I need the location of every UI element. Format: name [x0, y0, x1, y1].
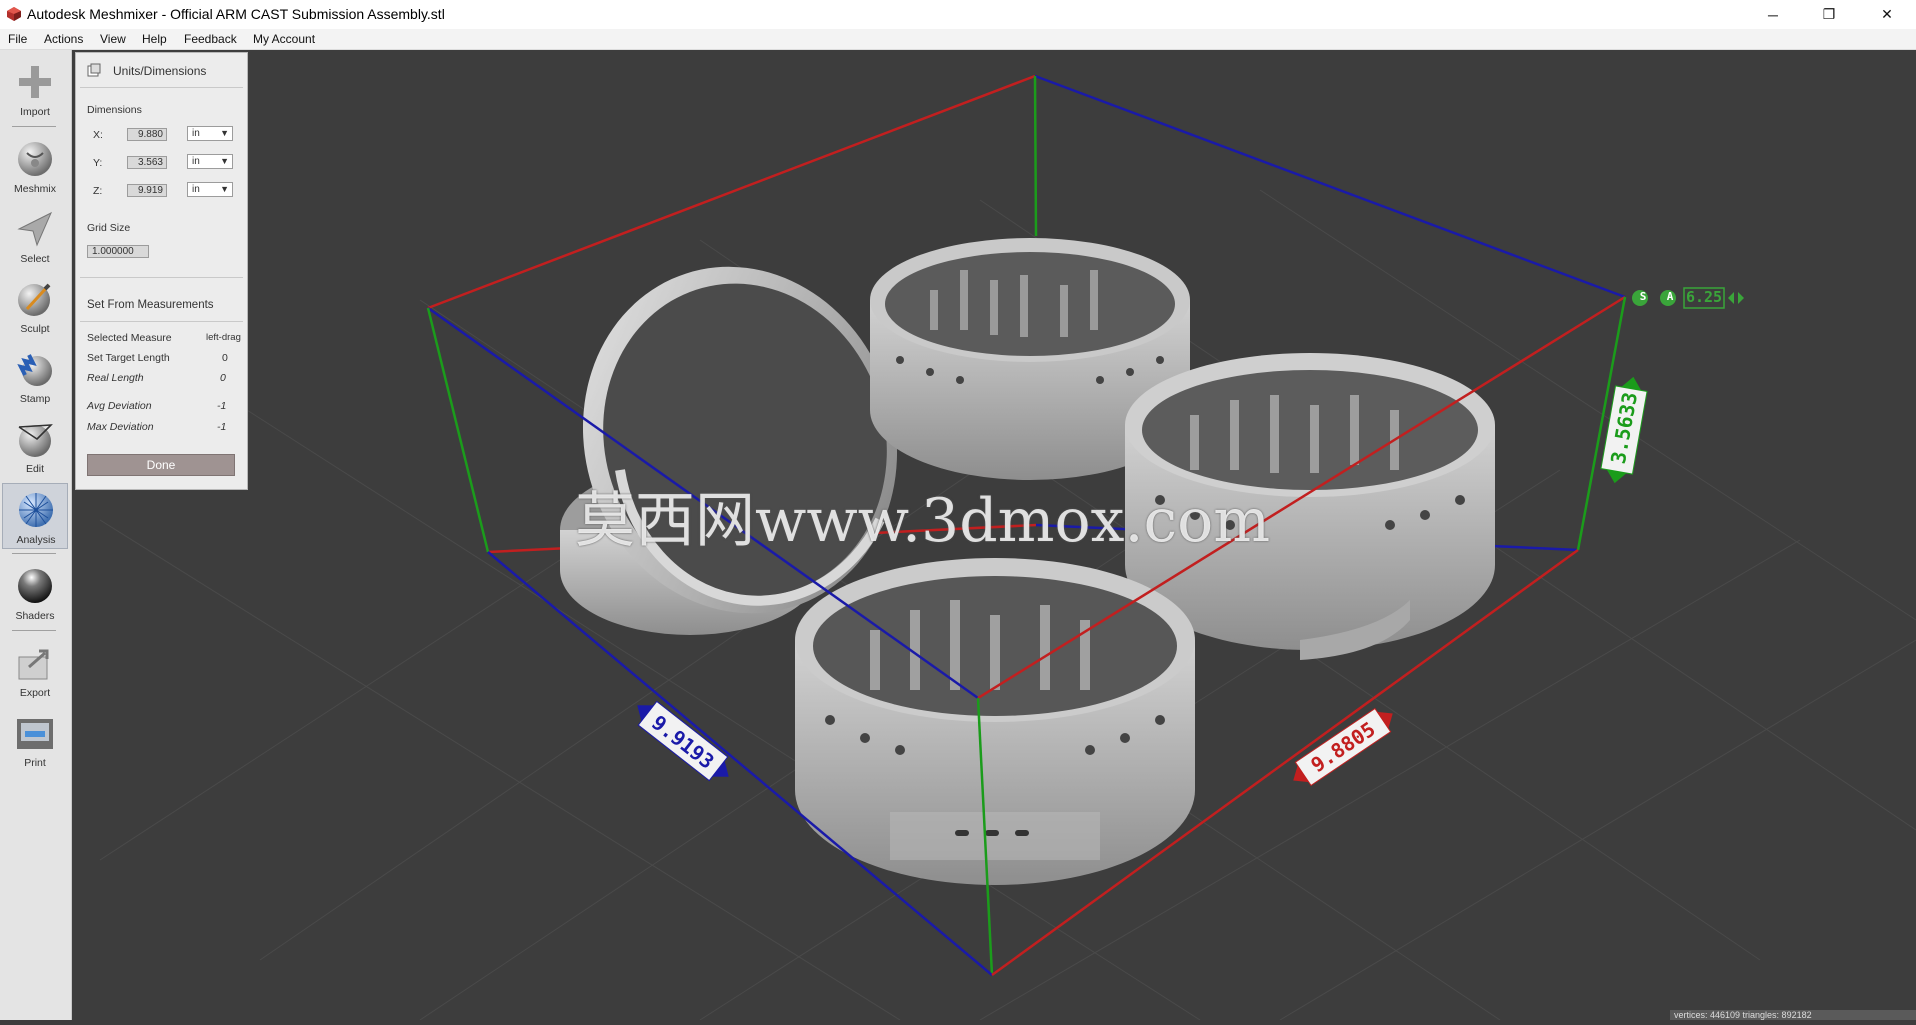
tool-select[interactable]: Select: [2, 203, 68, 269]
grid-size-label: Grid Size: [87, 222, 131, 234]
y-label: Y:: [93, 157, 103, 169]
real-length-label: Real Length: [87, 372, 144, 384]
menu-file[interactable]: File: [8, 32, 27, 46]
toolbar-divider: [12, 553, 56, 554]
tool-stamp-label: Stamp: [19, 393, 51, 405]
menu-my-account[interactable]: My Account: [253, 32, 315, 46]
tool-import-label: Import: [20, 106, 50, 118]
tool-shaders-label: Shaders: [15, 610, 55, 622]
edit-icon: [18, 424, 53, 457]
toolbar-divider: [12, 630, 56, 631]
export-icon: [18, 649, 49, 680]
plus-icon: [19, 66, 51, 98]
chevron-down-icon: ▼: [220, 184, 229, 194]
units-dimensions-panel: Units/Dimensions Dimensions X: 9.880 in ▼…: [75, 52, 248, 490]
restore-button[interactable]: ❐: [1806, 0, 1852, 29]
3d-viewport[interactable]: S A 6.25 9.9193 9.8805 3.5633 莫西网www.3dm…: [72, 50, 1916, 1021]
mesh-ring-front: [795, 558, 1195, 885]
tool-meshmix[interactable]: Meshmix: [2, 133, 68, 199]
tool-meshmix-label: Meshmix: [13, 183, 56, 195]
tool-export[interactable]: Export: [2, 637, 68, 703]
toolbar-divider: [12, 126, 56, 127]
tool-import[interactable]: Import: [2, 56, 68, 122]
stamp-icon: [17, 354, 52, 386]
menu-help[interactable]: Help: [142, 32, 167, 46]
mesh-stats-status: vertices: 446109 triangles: 892182: [1670, 1010, 1916, 1020]
tool-print-label: Print: [24, 757, 46, 769]
set-from-measurements-header: Set From Measurements: [87, 299, 214, 311]
tool-sculpt[interactable]: Sculpt: [2, 273, 68, 339]
max-deviation-value: -1: [217, 421, 227, 433]
selected-measure-value: left-drag: [206, 332, 241, 343]
menu-feedback[interactable]: Feedback: [184, 32, 237, 46]
meshmixer-logo-icon: [7, 7, 21, 21]
dimensions-label: Dimensions: [87, 104, 142, 116]
set-target-length-value[interactable]: 0: [222, 352, 228, 364]
grid-size-field[interactable]: 1.000000: [87, 245, 149, 258]
tool-edit-label: Edit: [25, 463, 45, 475]
z-unit-value: in: [192, 184, 200, 195]
tool-sculpt-label: Sculpt: [20, 323, 50, 335]
tool-select-label: Select: [20, 253, 50, 265]
watermark-text: 莫西网www.3dmox.com: [575, 486, 1271, 556]
done-button[interactable]: Done: [87, 454, 235, 476]
panel-title: Units/Dimensions: [113, 64, 207, 78]
z-label: Z:: [93, 185, 103, 197]
tool-stamp[interactable]: Stamp: [2, 343, 68, 409]
title-bar: Autodesk Meshmixer - Official ARM CAST S…: [0, 0, 1916, 29]
auto-toggle-label[interactable]: A: [1662, 290, 1678, 303]
menu-actions[interactable]: Actions: [44, 32, 83, 46]
x-unit-value: in: [192, 128, 200, 139]
y-unit-value: in: [192, 156, 200, 167]
x-unit-select[interactable]: in ▼: [187, 126, 233, 141]
real-length-value: 0: [220, 372, 226, 384]
arrow-cursor-icon: [17, 211, 53, 247]
menu-view[interactable]: View: [100, 32, 126, 46]
panel-divider: [80, 87, 243, 88]
tool-edit[interactable]: Edit: [2, 413, 68, 479]
avg-deviation-value: -1: [217, 400, 227, 412]
tool-analysis-label: Analysis: [16, 534, 56, 546]
panel-divider: [80, 321, 243, 322]
analysis-icon: [19, 493, 53, 527]
max-deviation-label: Max Deviation: [87, 421, 154, 433]
chevron-down-icon: ▼: [220, 156, 229, 166]
z-unit-select[interactable]: in ▼: [187, 182, 233, 197]
selected-measure-label: Selected Measure: [87, 332, 172, 344]
chevron-down-icon: ▼: [220, 128, 229, 138]
menu-bar: File Actions View Help Feedback My Accou…: [0, 29, 1916, 50]
tool-export-label: Export: [19, 687, 51, 699]
set-target-length-label: Set Target Length: [87, 352, 170, 364]
y-unit-select[interactable]: in ▼: [187, 154, 233, 169]
sculpt-brush-icon: [18, 283, 51, 316]
close-button[interactable]: ✕: [1864, 0, 1910, 29]
window-title: Autodesk Meshmixer - Official ARM CAST S…: [27, 6, 445, 22]
panel-divider: [80, 277, 243, 278]
tool-shaders[interactable]: Shaders: [2, 560, 68, 626]
z-dimension-field[interactable]: 9.919: [127, 184, 167, 197]
minimize-button[interactable]: ─: [1750, 0, 1796, 29]
snap-toggle-label[interactable]: S: [1635, 290, 1651, 303]
printer-icon: [17, 719, 53, 749]
avg-deviation-label: Avg Deviation: [87, 400, 152, 412]
y-dimension-field[interactable]: 3.563: [127, 156, 167, 169]
tool-print[interactable]: Print: [2, 707, 68, 773]
grid-size-readout: 6.25: [1685, 288, 1723, 306]
tool-sidebar: Import Meshmix Select Sculpt Stamp Edit …: [0, 50, 72, 1020]
tool-analysis[interactable]: Analysis: [2, 483, 68, 549]
shader-sphere-icon: [18, 569, 52, 603]
x-dimension-field[interactable]: 9.880: [127, 128, 167, 141]
meshmix-icon: [18, 142, 52, 176]
x-label: X:: [93, 129, 103, 141]
panel-toggle-icon[interactable]: [87, 63, 101, 77]
